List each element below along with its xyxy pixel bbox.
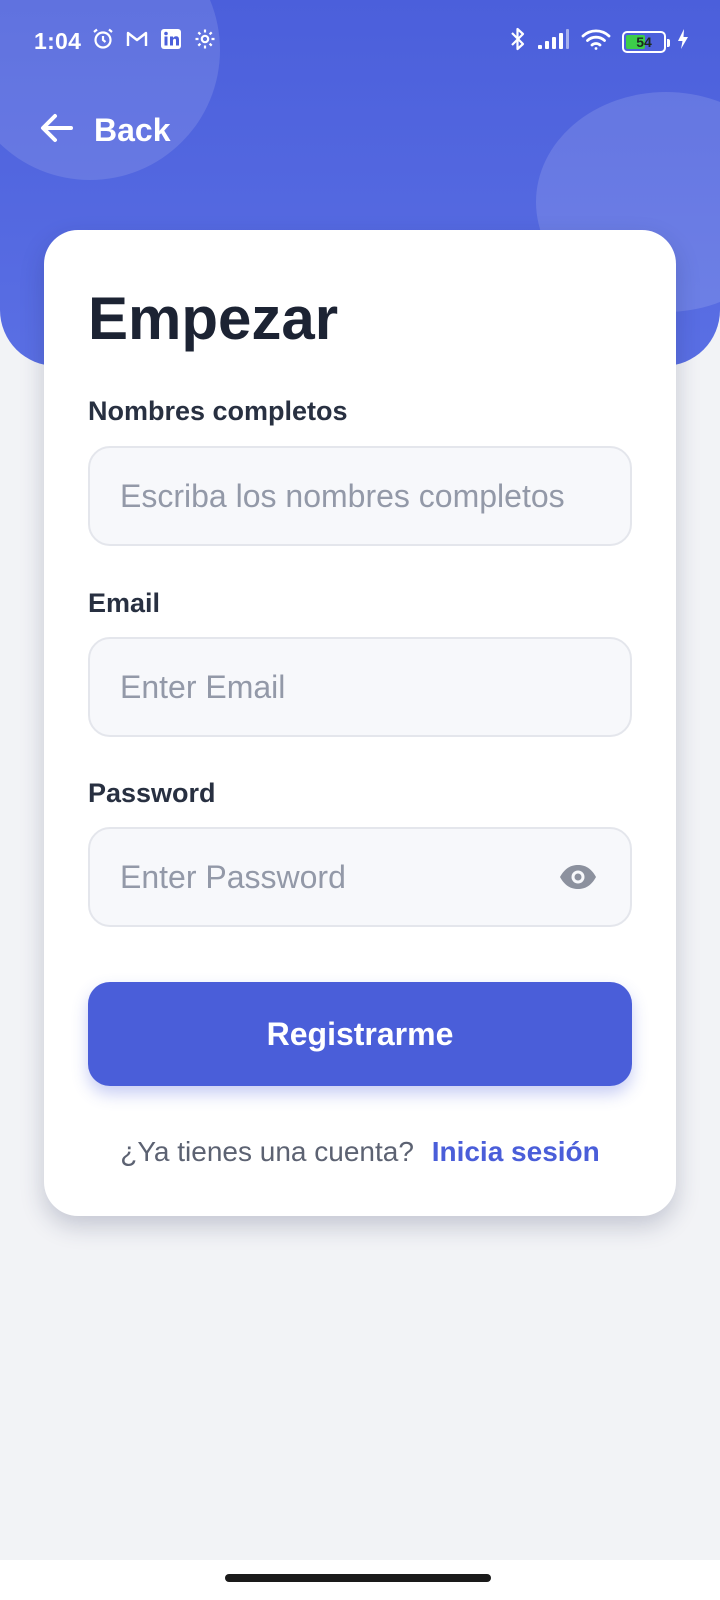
back-button[interactable]: Back — [40, 112, 171, 149]
settings-icon — [192, 26, 218, 52]
wifi-icon — [580, 27, 612, 56]
battery-level: 54 — [636, 33, 652, 50]
register-screen: 1:04 54 Back Empezar Nombres completos E… — [0, 0, 720, 1600]
back-label: Back — [94, 112, 171, 148]
alarm-icon — [90, 26, 116, 52]
home-indicator[interactable] — [225, 1574, 491, 1582]
eye-icon[interactable] — [556, 855, 600, 899]
email-input[interactable] — [120, 668, 600, 706]
signal-icon — [536, 28, 570, 55]
fullname-label: Nombres completos — [88, 396, 348, 426]
status-bar: 1:04 54 — [0, 0, 720, 80]
arrow-left-icon — [40, 113, 74, 148]
email-field — [88, 637, 632, 737]
fullname-field — [88, 446, 632, 546]
fullname-input[interactable] — [120, 477, 600, 515]
charging-icon — [676, 28, 690, 55]
password-label: Password — [88, 778, 216, 808]
battery-icon: 54 — [622, 30, 670, 53]
login-link[interactable]: Inicia sesión — [432, 1136, 600, 1167]
register-button[interactable]: Registrarme — [88, 982, 632, 1086]
password-input[interactable] — [120, 858, 556, 896]
system-nav-bar — [0, 1560, 720, 1600]
password-field — [88, 827, 632, 927]
gmail-icon — [124, 26, 150, 52]
notification-icons — [90, 26, 218, 52]
login-prompt-row: ¿Ya tienes una cuenta? Inicia sesión — [44, 1136, 676, 1168]
login-prompt-text: ¿Ya tienes una cuenta? — [120, 1136, 414, 1167]
register-card: Empezar Nombres completos Email Password… — [44, 230, 676, 1216]
linkedin-icon — [158, 26, 184, 52]
page-title: Empezar — [88, 285, 339, 352]
bluetooth-icon — [510, 26, 526, 57]
email-label: Email — [88, 588, 161, 618]
status-time: 1:04 — [34, 28, 82, 54]
system-icons: 54 — [510, 26, 690, 57]
